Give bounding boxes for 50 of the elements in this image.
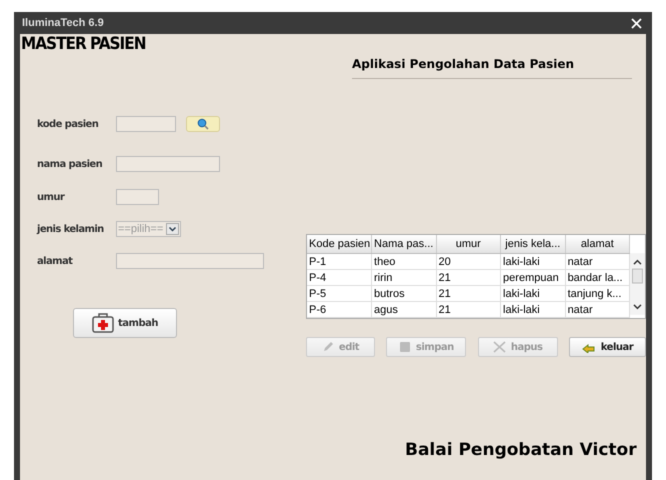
scrollbar[interactable] [630, 253, 645, 315]
exit-arrow-icon [582, 341, 596, 353]
medical-kit-icon [92, 313, 114, 333]
table-cell: 21 [436, 302, 501, 318]
field-label: jenis kelamin [37, 224, 105, 234]
input-field[interactable] [116, 253, 264, 269]
input-field[interactable] [116, 156, 220, 172]
column-header[interactable]: jenis kela... [500, 235, 566, 254]
table-cell: theo [372, 254, 436, 270]
table-cell: P-1 [307, 254, 372, 270]
form-title: MASTER PASIEN [20, 34, 146, 54]
input-field[interactable] [116, 189, 159, 205]
table-cell: ririn [372, 270, 436, 286]
column-header[interactable]: Nama pas... [372, 235, 436, 254]
column-header[interactable]: Kode pasien [307, 235, 372, 254]
table-cell: natar [565, 254, 630, 270]
table-cell: laki-laki [500, 254, 566, 270]
table-cell: agus [372, 302, 436, 318]
table-cell: P-5 [307, 286, 372, 302]
app-title: Aplikasi Pengolahan Data Pasien [352, 57, 574, 71]
input-field[interactable] [116, 116, 176, 132]
caret-icon [166, 223, 179, 235]
table-cell: P-6 [307, 302, 372, 318]
close-icon[interactable] [631, 18, 642, 28]
table-cell: perempuan [500, 270, 566, 286]
table-cell: laki-laki [500, 302, 566, 318]
floppy-icon [398, 341, 411, 353]
field-label: umur [37, 192, 66, 202]
table-cell: bandar la... [565, 270, 630, 286]
field-label: nama pasien [37, 158, 104, 170]
table-cell: 20 [436, 254, 501, 270]
pencil-icon [322, 341, 334, 353]
exit-button[interactable]: keluar [568, 337, 646, 357]
add-button[interactable]: tambah [73, 308, 177, 338]
table-cell: P-4 [307, 270, 372, 286]
field-label: kode pasien [37, 118, 100, 130]
cross-icon [492, 341, 506, 353]
field-label: alamat [37, 256, 74, 266]
window-title: IluminaTech 6.9 [22, 17, 104, 29]
search-icon [197, 118, 209, 130]
footer-title: Balai Pengobatan Victor [405, 440, 637, 460]
search-button[interactable] [186, 116, 220, 132]
table-cell: laki-laki [500, 286, 566, 302]
table-cell: natar [565, 302, 630, 318]
column-header[interactable]: umur [436, 235, 501, 254]
column-header[interactable]: alamat [565, 235, 630, 254]
table-cell: tanjung k... [565, 286, 630, 302]
table-cell: butros [372, 286, 436, 302]
table-cell: 21 [436, 286, 501, 302]
table-cell: 21 [436, 270, 501, 286]
